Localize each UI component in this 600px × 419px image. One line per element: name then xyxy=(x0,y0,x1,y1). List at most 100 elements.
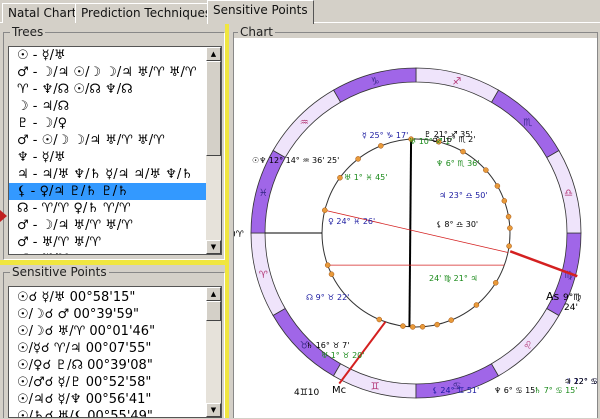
chart-title: Chart xyxy=(238,25,275,39)
planet-dot xyxy=(328,271,335,277)
chart-group: Chart ♈♉♊♋♌♍♎♏♐♑♒♓0♈As9°♍24'Mc4♊10♇ 21° … xyxy=(233,25,599,418)
trees-title: Trees xyxy=(10,25,46,39)
tree-item[interactable]: ♂ - ☽/♃ ♅/♈ ♅/♈ xyxy=(9,217,221,234)
selection-marker-icon xyxy=(0,210,7,222)
sensitive-points-group: Sensitive Points ☉☌ ☿/♅ 00°58'15" ☉/☽☌ ♂ … xyxy=(3,265,225,418)
planet-dot xyxy=(494,183,501,189)
planet-label: ☉♆ 12° 14° ♒ 36' 25' xyxy=(252,156,339,165)
sign-glyph-icon: ♊ xyxy=(371,382,380,393)
planet-label: ♄ 7° ♋ 15' xyxy=(534,386,577,395)
tab-bar: Natal Chart Prediction Techniques Sensit… xyxy=(0,0,600,24)
tree-item[interactable]: ♃ - ♃/♅ ♆/♄ ☿/♃ ♃/♅ ♆/♄ xyxy=(9,166,221,183)
chart-label-asc: As xyxy=(546,290,560,303)
scroll-down-button[interactable]: ▼ xyxy=(206,240,221,254)
tree-item[interactable]: ☽ - ♃/☊ xyxy=(9,98,221,115)
planet-label: ♆ 6° ♋ 15' xyxy=(494,386,537,395)
scroll-down-button[interactable]: ▼ xyxy=(206,403,221,417)
chart-label-mc-deg: 4♊10 xyxy=(294,388,320,398)
sign-glyph-icon: ♐ xyxy=(452,76,461,87)
planet-dot xyxy=(322,207,328,214)
sensitive-points-list[interactable]: ☉☌ ☿/♅ 00°58'15" ☉/☽☌ ♂ 00°39'59" ☉/☽☌ ♅/♈… xyxy=(8,286,222,418)
planet-dot xyxy=(355,156,361,162)
planet-label: ♆ 6° ♏ 36' xyxy=(436,159,479,168)
tree-item[interactable]: ♇ - ☽/♀ xyxy=(9,115,221,132)
planet-dot xyxy=(460,148,466,155)
sensitive-point-item[interactable]: ☉/♂☌ ☿/♇ 00°52'58" xyxy=(9,374,221,391)
sign-glyph-icon: ♑ xyxy=(371,76,380,87)
tree-item[interactable]: ♂ - ♅/♈ ♅/♈ xyxy=(9,234,221,251)
planet-dot xyxy=(473,302,480,308)
chart-label-asc-deg: 9°♍ xyxy=(563,293,581,303)
planet-dot xyxy=(378,143,384,149)
scroll-up-button[interactable]: ▲ xyxy=(206,287,221,301)
sensitive-point-item[interactable]: ☉/♀☌ ♇/☊ 00°39'08" xyxy=(9,357,221,374)
sign-glyph-icon: ♈ xyxy=(259,270,268,281)
tree-item[interactable]: ♆ - ☿/♅ xyxy=(9,149,221,166)
planet-label: ♃ 22° ♋ 16' xyxy=(564,377,599,386)
planet-dot xyxy=(505,213,512,220)
axis-line xyxy=(408,139,413,327)
sensitive-point-item[interactable]: ☉/☽☌ ♂ 00°39'59" xyxy=(9,306,221,323)
left-panel: Trees ☉ - ☿/♅ ♂ - ☽/♃ ☉/☽ ☽/♃ ♅/♈ ♅/♈ ♈ - … xyxy=(0,24,229,418)
sensitive-point-item[interactable]: ☉/♃☌ ☿/♆ 00°56'41" xyxy=(9,391,221,408)
planet-label: ♃ 23° ♎ 50' xyxy=(439,191,488,200)
planet-label: ☿ 25° ♑ 17' xyxy=(362,131,408,140)
sp-scrollbar[interactable]: ▲ ▼ xyxy=(206,287,221,417)
trees-scrollbar[interactable]: ▲ ▼ xyxy=(206,47,221,254)
scroll-thumb[interactable] xyxy=(206,61,221,156)
sensitive-point-item[interactable]: ☉/☿☌ ♈/♃ 00°07'55" xyxy=(9,340,221,357)
scroll-thumb[interactable] xyxy=(206,301,221,321)
chart-area[interactable]: ♈♉♊♋♌♍♎♏♐♑♒♓0♈As9°♍24'Mc4♊10♇ 21° ♐ 35'♅… xyxy=(234,38,599,418)
planet-label: 24' ♍ 21° ♃ xyxy=(429,274,478,283)
tree-item[interactable]: ♈ - ♆/☊ ☉/☊ ♆/☊ xyxy=(9,81,221,98)
tree-item[interactable]: ⚸ - ♀/♃ ♇/♄ ♇/♄ xyxy=(9,183,221,200)
planet-dot xyxy=(376,316,383,323)
inner-circle xyxy=(321,138,511,328)
tree-item[interactable]: ♂ - ♅/♈ xyxy=(9,251,221,254)
planet-dot xyxy=(337,174,343,181)
sign-glyph-icon: ♏ xyxy=(523,117,532,128)
planet-dot xyxy=(448,317,454,323)
sensitive-point-item[interactable]: ☉/♄☌ ♅/⚸ 00°55'49" xyxy=(9,408,221,417)
planet-label: ⚸ 24° ♊ 51' xyxy=(432,386,479,395)
planet-label: ♀ 24° ♓ 26' xyxy=(328,217,375,226)
chart-label-aries-point: 0♈ xyxy=(234,230,245,240)
sign-glyph-icon: ♎ xyxy=(564,188,573,199)
planet-label: ♂ 16° ♏ 2' xyxy=(432,135,475,144)
chart-label-asc-min: 24' xyxy=(564,303,578,313)
planet-dot xyxy=(409,324,416,330)
planet-label: ☊ 9° ♉ 22' xyxy=(306,293,349,302)
planet-label: ♅ 1° ♓ 45' xyxy=(344,173,387,182)
sensitive-point-item[interactable]: ☉/☽☌ ♅/♈ 00°01'46" xyxy=(9,323,221,340)
tab-sensitive-points[interactable]: Sensitive Points xyxy=(207,0,314,24)
sign-segment xyxy=(250,232,286,317)
planet-dot xyxy=(492,280,499,286)
planet-dot xyxy=(506,243,512,249)
tab-prediction-techniques[interactable]: Prediction Techniques xyxy=(75,3,218,23)
chart-label-mc: Mc xyxy=(332,385,346,396)
natal-wheel: ♈♉♊♋♌♍♎♏♐♑♒♓0♈As9°♍24'Mc4♊10♇ 21° ♐ 35'♅… xyxy=(234,67,599,399)
planet-dot xyxy=(434,321,440,328)
planet-dot xyxy=(419,324,426,330)
scroll-up-button[interactable]: ▲ xyxy=(206,47,221,61)
sign-glyph-icon: ♒ xyxy=(300,117,309,128)
planet-dot xyxy=(483,167,489,173)
planet-dot xyxy=(324,262,331,268)
planet-dot xyxy=(501,198,508,204)
trees-list[interactable]: ☉ - ☿/♅ ♂ - ☽/♃ ☉/☽ ☽/♃ ♅/♈ ♅/♈ ♈ - ♆/☊ ☉/… xyxy=(8,46,222,255)
sign-glyph-icon: ♓ xyxy=(259,188,268,199)
tree-item[interactable]: ☊ - ♈/♈ ♀/♄ ♈/♈ xyxy=(9,200,221,217)
planet-dot xyxy=(400,323,406,329)
tab-natal-chart[interactable]: Natal Chart xyxy=(2,3,83,23)
planet-label: ⚸ 8° ♎ 30' xyxy=(436,220,478,229)
planet-dot xyxy=(507,225,513,231)
sensitive-point-item[interactable]: ☉☌ ☿/♅ 00°58'15" xyxy=(9,289,221,306)
tree-item[interactable]: ♂ - ☽/♃ ☉/☽ ☽/♃ ♅/♈ ♅/♈ xyxy=(9,64,221,81)
tree-item[interactable]: ♂ - ☉/☽ ☽/♃ ♅/♈ ♅/♈ xyxy=(9,132,221,149)
planet-label: ♄ 16° ♉ 7' xyxy=(306,341,349,350)
tree-item[interactable]: ☉ - ☿/♅ xyxy=(9,47,221,64)
sensitive-points-title: Sensitive Points xyxy=(10,265,109,279)
sign-glyph-icon: ♌ xyxy=(523,341,532,352)
trees-group: Trees ☉ - ☿/♅ ♂ - ☽/♃ ☉/☽ ☽/♃ ♅/♈ ♅/♈ ♈ - … xyxy=(3,25,225,260)
planet-label: ♅ 1° ♉ 20' xyxy=(321,351,364,360)
